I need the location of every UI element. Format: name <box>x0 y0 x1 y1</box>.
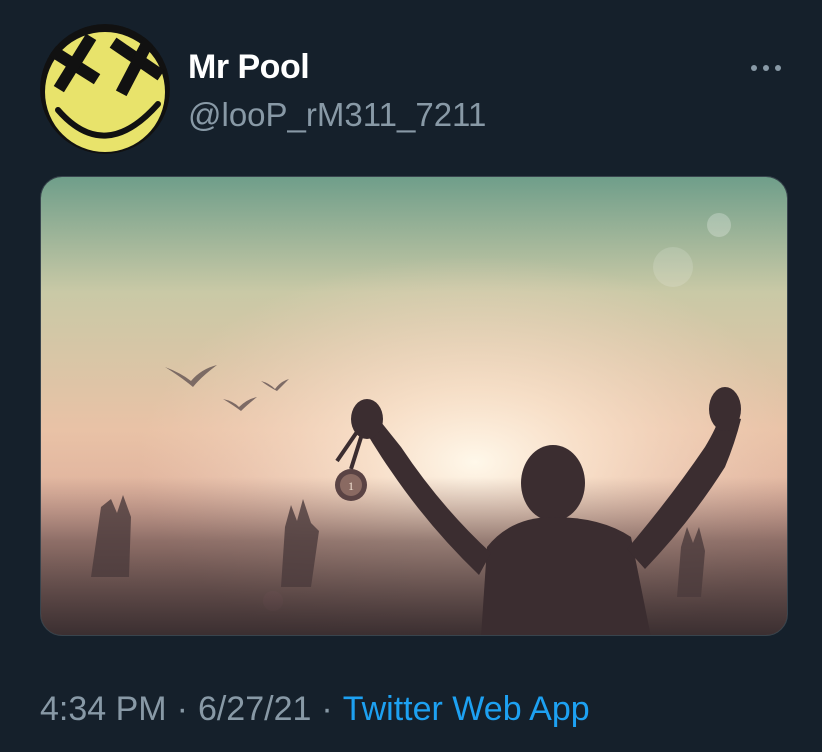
smiley-face-avatar-icon <box>40 24 170 154</box>
tweet: Mr Pool @looP_rM311_7211 1 4:34 PM · 6/2… <box>0 0 822 752</box>
separator: · <box>321 690 333 728</box>
avatar[interactable] <box>40 24 170 154</box>
tweet-time[interactable]: 4:34 PM <box>40 690 167 728</box>
user-handle[interactable]: @looP_rM311_7211 <box>188 96 486 134</box>
tweet-media-image[interactable]: 1 <box>40 176 788 636</box>
tweet-metadata: 4:34 PM · 6/27/21 · Twitter Web App <box>40 690 590 729</box>
more-dots-icon <box>751 65 781 71</box>
tweet-date[interactable]: 6/27/21 <box>198 690 311 728</box>
display-name[interactable]: Mr Pool <box>188 48 310 87</box>
tweet-source-link[interactable]: Twitter Web App <box>343 690 590 728</box>
silhouette-medal-sunset-photo: 1 <box>41 177 787 635</box>
separator: · <box>176 690 188 728</box>
medal-number: 1 <box>348 479 354 493</box>
more-options-button[interactable] <box>746 56 786 80</box>
